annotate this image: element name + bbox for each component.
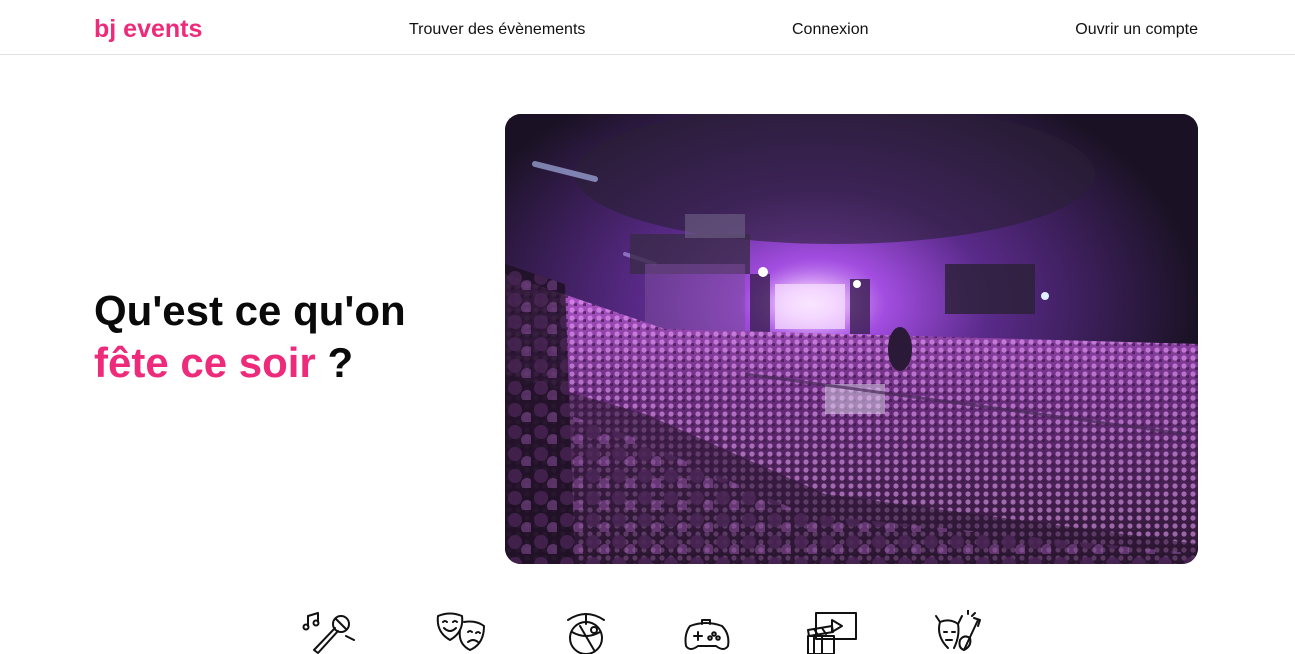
gamepad-icon xyxy=(684,619,730,650)
category-theater[interactable] xyxy=(434,610,488,654)
category-icons-row xyxy=(0,610,1295,654)
category-party[interactable] xyxy=(560,610,614,654)
theater-masks-icon xyxy=(436,612,485,651)
nav-link-find-events[interactable]: Trouver des évènements xyxy=(409,20,585,39)
hero-title: Qu'est ce qu'on fête ce soir ? xyxy=(94,285,424,389)
hero-title-part1: Qu'est ce qu'on xyxy=(94,287,406,334)
brand-logo[interactable]: bj events xyxy=(94,15,202,43)
concert-crowd-photo xyxy=(505,114,1198,564)
karaoke-icon xyxy=(302,612,355,654)
cinema-icon xyxy=(807,612,857,654)
category-cinema[interactable] xyxy=(804,610,858,654)
rock-concert-icon xyxy=(935,610,981,651)
navbar: bj events Trouver des évènements Connexi… xyxy=(0,0,1295,55)
category-concert[interactable] xyxy=(928,610,982,654)
hero-title-part2: ? xyxy=(315,339,354,386)
category-gaming[interactable] xyxy=(680,610,734,654)
category-karaoke[interactable] xyxy=(302,610,356,654)
nav-link-login[interactable]: Connexion xyxy=(792,20,869,39)
cocktail-party-icon xyxy=(567,613,605,654)
hero-title-accent: fête ce soir xyxy=(94,339,316,386)
hero-concert-image xyxy=(505,114,1198,564)
nav-link-signup[interactable]: Ouvrir un compte xyxy=(1075,20,1198,39)
